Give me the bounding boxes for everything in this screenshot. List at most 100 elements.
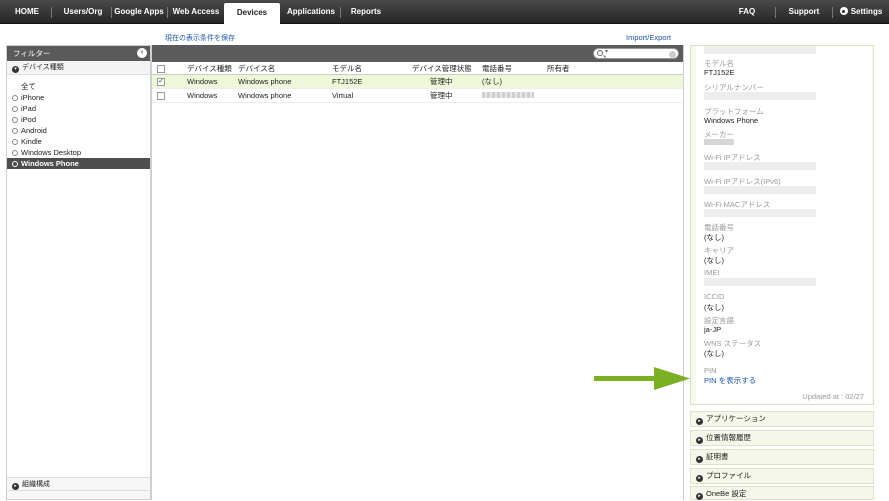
filter-item-label: 全て [21,82,36,91]
support-link[interactable]: Support [784,0,824,24]
expand-icon: ▸ [696,437,703,444]
nav-separator [167,7,168,18]
collapse-left-icon[interactable]: ‹ [137,48,147,58]
tab-web-access[interactable]: Web Access [170,0,222,24]
tab-home[interactable]: HOME [4,0,50,24]
iccid-value: (なし) [704,303,724,312]
search-input[interactable]: ▾ [593,48,679,59]
wifi-ip-value [704,162,816,170]
radio-icon [12,95,18,101]
col-device-type[interactable]: デバイス種類 [187,62,232,74]
redacted-phone [482,92,534,98]
imei-value [704,278,816,286]
wifi-mac-value [704,209,816,217]
device-table: ▾ デバイス種類 デバイス名 モデル名 デバイス管理状態 電話番号 所有者 ✓ … [151,45,684,500]
row-checkbox[interactable]: ✓ [157,78,165,86]
filter-item-windows-phone[interactable]: Windows Phone [7,158,150,169]
filter-item-ipod[interactable]: iPod [7,114,150,125]
settings-link[interactable]: Settings [838,0,884,24]
filter-item-label: iPod [21,115,37,124]
tab-applications[interactable]: Applications [284,0,338,24]
filter-item-windows-desktop[interactable]: Windows Desktop [7,147,150,158]
expand-icon: ▸ [12,483,19,490]
detail-content: モデル名 FTJ152E シリアルナンバー プラットフォーム Windows P… [696,46,872,404]
settings-label: Settings [850,7,883,16]
table-row[interactable]: ✓ Windows Windows phone FTJ152E 管理中 (なし) [152,75,683,89]
row-checkbox[interactable] [157,92,165,100]
nav-separator [775,7,776,18]
accordion-onebe-settings[interactable]: ▸ OneBe 設定 [690,486,874,500]
clear-icon[interactable] [669,50,676,58]
accordion-profiles[interactable]: ▸ プロファイル [690,468,874,484]
filter-item-all[interactable]: 全て [7,81,150,92]
tab-users-org[interactable]: Users/Org [56,0,110,24]
cell-phone-redacted [482,89,534,102]
filter-item-ipad[interactable]: iPad [7,103,150,114]
radio-icon [12,117,18,123]
lang-value: ja-JP [704,325,722,334]
accordion-location-history[interactable]: ▸ 位置情報履歴 [690,430,874,446]
cell-phone: (なし) [482,77,502,86]
filter-footer [7,490,150,499]
expand-icon: ▸ [696,456,703,463]
tab-devices[interactable]: Devices [224,3,280,25]
filter-item-label: iPad [21,104,37,113]
search-icon [597,50,603,56]
filter-item-kindle[interactable]: Kindle [7,136,150,147]
nav-separator [51,7,52,18]
cell-model: Virtual [332,91,354,100]
filter-item-label: Kindle [21,137,42,146]
serial-value [704,92,816,100]
expand-icon: ▾ [12,66,19,73]
accordion-label: 位置情報履歴 [706,433,751,442]
accordion-certificates[interactable]: ▸ 証明書 [690,449,874,465]
platform-value: Windows Phone [704,116,759,125]
org-section[interactable]: ▸ 組織構成 [7,477,150,490]
filter-item-iphone[interactable]: iPhone [7,92,150,103]
radio-icon [12,161,18,167]
tab-reports[interactable]: Reports [346,0,386,24]
table-row[interactable]: Windows Windows phone Virtual 管理中 [152,89,683,103]
chevron-down-icon: ▾ [605,49,609,55]
radio-icon [12,139,18,145]
value-placeholder [704,46,816,54]
col-device-name[interactable]: デバイス名 [238,62,275,74]
accordion-label: 証明書 [706,452,729,461]
accordion-applications[interactable]: ▸ アプリケーション [690,411,874,427]
faq-link[interactable]: FAQ [732,0,762,24]
expand-icon: ▸ [696,493,703,500]
wifi-ipv6-value [704,186,816,194]
cell-device-type: Windows [187,77,218,86]
filter-item-android[interactable]: Android [7,125,150,136]
carrier-value: (なし) [704,256,724,265]
nav-separator [111,7,112,18]
col-owner[interactable]: 所有者 [547,62,570,74]
cell-device-name: Windows phone [238,77,292,86]
updated-at: Updated at : 02/27 [802,392,864,401]
expand-icon: ▸ [696,475,703,482]
show-pin-link[interactable]: PIN を表示する [704,375,756,386]
phone-value: (なし) [704,233,724,242]
gear-icon [839,7,848,15]
col-phone[interactable]: 電話番号 [482,62,512,74]
select-all-checkbox[interactable] [157,65,165,73]
accordion-label: プロファイル [706,471,751,480]
cell-status: 管理中 [430,91,453,100]
save-view-link[interactable]: 現在の表示条件を保存 [165,33,235,43]
filter-title: フィルター [13,49,51,58]
tab-google-apps[interactable]: Google Apps [114,0,164,24]
filter-item-label: Windows Desktop [21,148,82,157]
col-model[interactable]: モデル名 [332,62,362,74]
annotation-arrow-icon [594,367,690,390]
table-header: デバイス種類 デバイス名 モデル名 デバイス管理状態 電話番号 所有者 [152,62,683,75]
device-detail-panel: モデル名 FTJ152E シリアルナンバー プラットフォーム Windows P… [690,45,874,405]
expand-icon: ▸ [696,418,703,425]
device-type-label: デバイス種類 [22,64,64,71]
import-export-link[interactable]: Import/Export [626,33,671,42]
device-type-section[interactable]: ▾ デバイス種類 [7,61,150,75]
radio-icon [12,128,18,134]
maker-value-redacted [704,139,734,145]
accordion-label: OneBe 設定 [706,489,747,498]
iccid-label: ICCID [704,292,725,301]
col-management-status[interactable]: デバイス管理状態 [412,62,472,74]
